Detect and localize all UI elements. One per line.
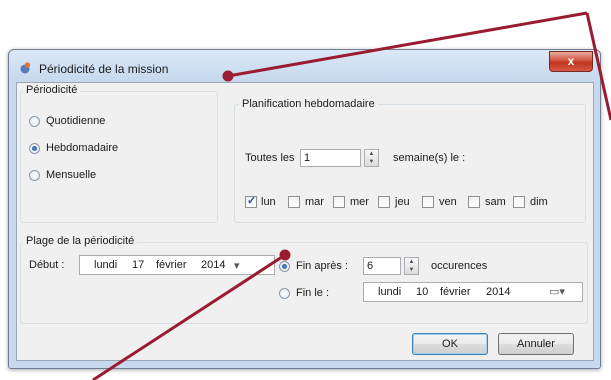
annotation-line-debut: [92, 253, 286, 380]
annotation-line-right: [585, 12, 611, 121]
annotation-dot-debut: [279, 249, 291, 261]
annotation-dot-title: [222, 70, 234, 82]
annotation-overlay: [92, 11, 611, 380]
annotation-line-title: [227, 11, 588, 78]
